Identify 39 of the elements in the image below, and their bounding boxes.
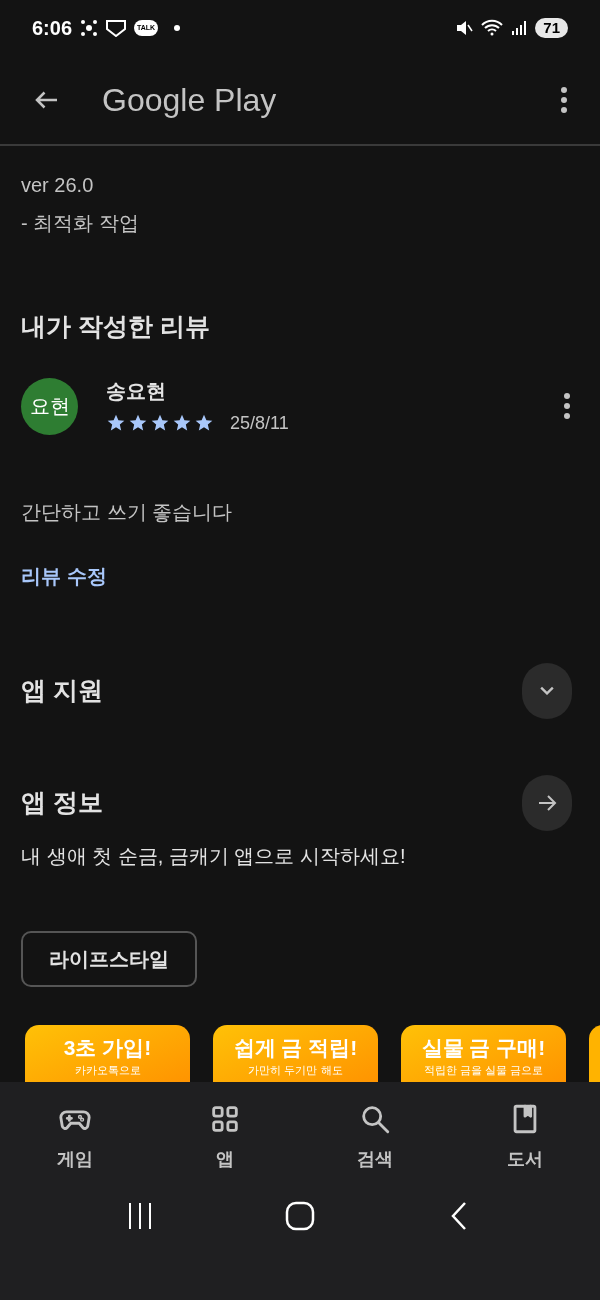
- signal-icon: [511, 20, 528, 36]
- star-icon: [194, 413, 214, 433]
- card-subtitle: 카카오톡으로: [74, 1062, 141, 1078]
- nav-tab[interactable]: 앱: [150, 1101, 300, 1173]
- reviewer-name: 송요현: [106, 378, 167, 404]
- card-subtitle: 적립한 금을 실물 금으로: [423, 1062, 544, 1078]
- network-icon: [80, 19, 99, 37]
- app-title: Google Play: [102, 81, 278, 120]
- section-title: 앱 정보: [21, 786, 103, 818]
- card-subtitle: 가만히 두기만 해도: [248, 1062, 343, 1078]
- card-title: 3초 가입!: [63, 1036, 152, 1058]
- app-description: 내 생애 첫 순금, 금캐기 앱으로 시작하세요!: [21, 843, 407, 869]
- wifi-icon: [481, 19, 504, 37]
- star-icon: [106, 413, 126, 433]
- card-title: 쉽게 금 적립!: [233, 1036, 358, 1058]
- star-icon: [128, 413, 148, 433]
- star-icon: [172, 413, 192, 433]
- star-icon: [150, 413, 170, 433]
- nav-tab[interactable]: 게임: [0, 1101, 150, 1173]
- review-date: 25/8/11: [230, 411, 289, 435]
- section-title: 앱 지원: [21, 674, 103, 706]
- review-options-button[interactable]: [563, 392, 571, 420]
- category-chip[interactable]: 라이프스타일: [21, 930, 197, 987]
- chevron-down-icon: [540, 686, 554, 695]
- version-text: ver 26.0: [21, 173, 95, 198]
- nav-tab[interactable]: 검색: [300, 1101, 450, 1173]
- release-notes: - 최적화 작업: [21, 211, 140, 236]
- battery-indicator: 71: [535, 18, 568, 38]
- arrow-button[interactable]: [522, 774, 572, 831]
- edit-review-link[interactable]: 리뷰 수정: [21, 560, 107, 591]
- status-time: 6:06: [32, 16, 73, 41]
- review-text: 간단하고 쓰기 좋습니다: [21, 499, 234, 525]
- section-heading: 내가 작성한 리뷰: [21, 311, 211, 342]
- more-options-button[interactable]: [560, 86, 568, 114]
- card-title: 실물 금 구매!: [421, 1036, 546, 1058]
- mute-icon: [455, 19, 474, 37]
- nav-tab[interactable]: 도서: [450, 1101, 600, 1173]
- avatar: 요현: [21, 377, 78, 435]
- home-button[interactable]: [285, 1200, 315, 1231]
